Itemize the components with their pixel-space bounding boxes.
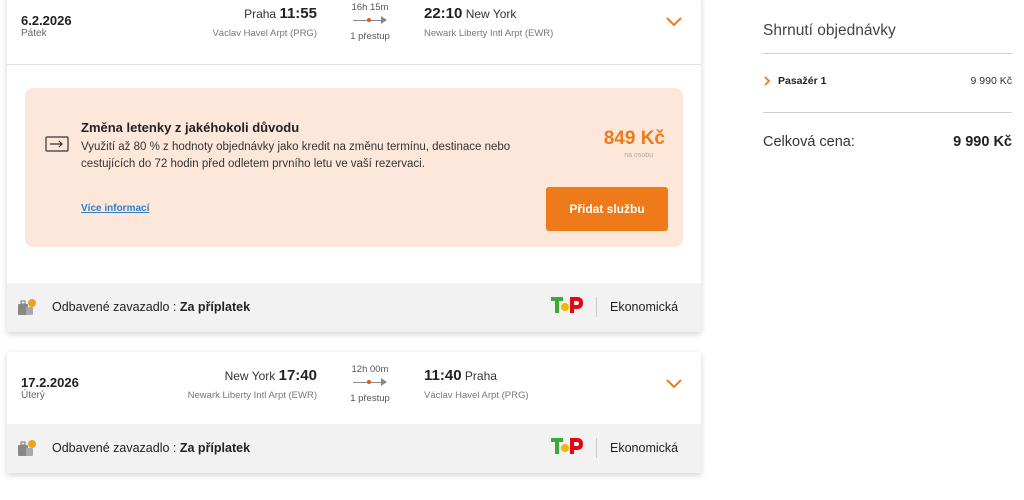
divider	[763, 53, 1012, 54]
add-service-button[interactable]: Přidat službu	[546, 187, 668, 231]
divider	[596, 438, 597, 458]
offer-price-note: na osobu	[624, 152, 653, 159]
baggage-label: Odbavené zavazadlo :	[52, 441, 177, 455]
flight-weekday: Úterý	[21, 390, 45, 401]
baggage-label: Odbavené zavazadlo :	[52, 300, 177, 314]
arrival: 11:40 Praha	[424, 367, 497, 384]
flight-duration: 16h 15m	[351, 2, 389, 13]
tap-airline-logo	[551, 297, 583, 313]
cabin-class: Ekonomická	[610, 300, 679, 314]
offer-title: Změna letenky z jakéhokoli důvodu	[81, 120, 300, 135]
baggage-value: Za příplatek	[179, 441, 251, 455]
flight-card-return: 17.2.2026 Úterý New York 17:40 Newark Li…	[7, 352, 701, 473]
flex-ticket-offer: Změna letenky z jakéhokoli důvodu Využit…	[25, 88, 683, 247]
departure-time: 17:40	[278, 367, 317, 384]
departure-airport: Newark Liberty Intl Arpt (EWR)	[187, 390, 317, 401]
flight-row[interactable]: 17.2.2026 Úterý New York 17:40 Newark Li…	[7, 362, 701, 426]
departure: New York 17:40	[225, 367, 317, 384]
route-arrow-icon	[353, 15, 387, 25]
flight-weekday: Pátek	[21, 28, 47, 39]
offer-description: Využití až 80 % z hodnoty objednávky jak…	[81, 141, 511, 170]
arrival-time: 22:10	[424, 5, 463, 22]
departure-city: Praha	[244, 7, 277, 21]
flight-card-outbound: 6.2.2026 Pátek Praha 11:55 Václav Havel …	[7, 0, 701, 332]
departure: Praha 11:55	[244, 5, 317, 22]
divider	[596, 297, 597, 317]
summary-title: Shrnutí objednávky	[763, 22, 896, 39]
flight-stops: 1 přestup	[350, 31, 390, 42]
passenger-label: Pasažér 1	[778, 75, 827, 87]
arrival-airport: Newark Liberty Intl Arpt (EWR)	[424, 28, 554, 39]
cabin-class: Ekonomická	[610, 441, 679, 455]
arrival-city: New York	[465, 7, 517, 21]
route-arrow-icon	[353, 377, 387, 387]
chevron-down-icon[interactable]	[664, 14, 684, 28]
chevron-down-icon[interactable]	[664, 376, 684, 390]
baggage-info: Odbavené zavazadlo : Za příplatek	[52, 441, 250, 455]
arrival-city: Praha	[464, 369, 497, 383]
ticket-change-icon	[45, 136, 69, 152]
passenger-row[interactable]: Pasažér 1 9 990 Kč	[763, 75, 1012, 91]
offer-price: 849 Kč	[603, 128, 665, 149]
departure-time: 11:55	[279, 5, 317, 22]
arrival: 22:10 New York	[424, 5, 516, 22]
divider	[763, 112, 1012, 113]
chevron-right-icon	[764, 76, 771, 86]
flight-duration: 12h 00m	[351, 364, 389, 375]
flight-stops: 1 přestup	[350, 393, 390, 404]
arrival-airport: Václav Havel Arpt (PRG)	[424, 390, 529, 401]
tap-airline-logo	[551, 438, 583, 454]
departure-city: New York	[224, 369, 276, 383]
departure-airport: Václav Havel Arpt (PRG)	[212, 28, 317, 39]
baggage-value: Za příplatek	[179, 300, 251, 314]
baggage-bar: Odbavené zavazadlo : Za příplatek Ekonom…	[7, 424, 701, 473]
flight-date: 6.2.2026	[21, 13, 72, 28]
passenger-price: 9 990 Kč	[970, 75, 1012, 87]
flight-row[interactable]: 6.2.2026 Pátek Praha 11:55 Václav Havel …	[7, 0, 701, 64]
baggage-info: Odbavené zavazadlo : Za příplatek	[52, 300, 250, 314]
divider	[7, 64, 701, 65]
luggage-icon	[18, 440, 36, 456]
total-price: 9 990 Kč	[953, 134, 1012, 150]
baggage-bar: Odbavené zavazadlo : Za příplatek Ekonom…	[7, 283, 701, 332]
more-info-link[interactable]: Více informací	[81, 203, 149, 214]
flight-date: 17.2.2026	[21, 375, 79, 390]
luggage-icon	[18, 299, 36, 315]
arrival-time: 11:40	[424, 367, 462, 384]
total-label: Celková cena:	[763, 134, 855, 150]
